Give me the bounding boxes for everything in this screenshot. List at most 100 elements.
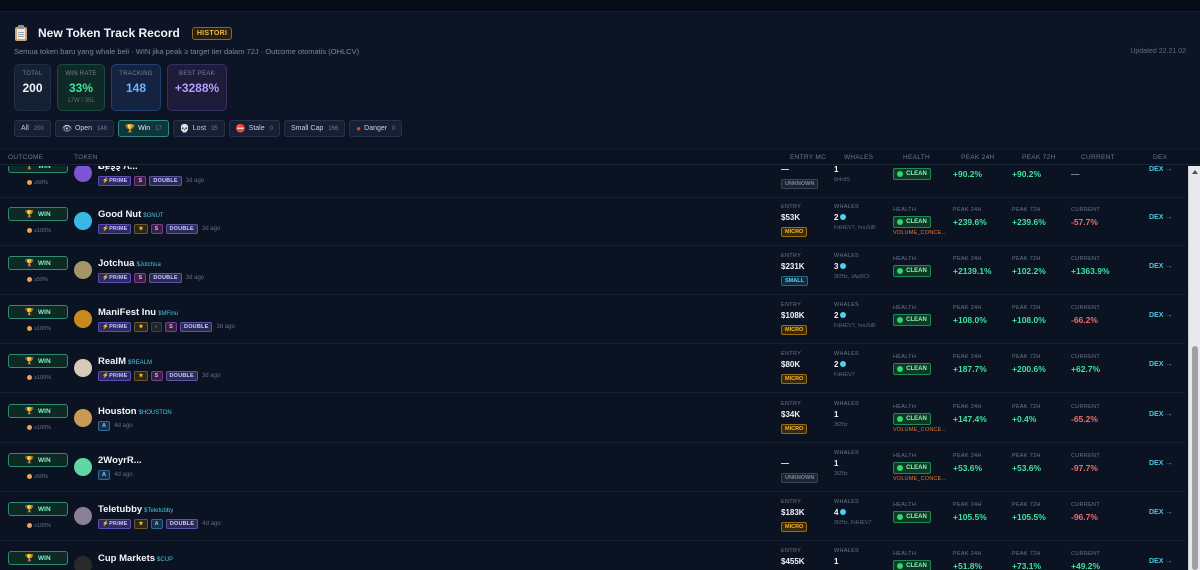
table-row[interactable]: 🏆 WIN ≥100% Good Nut $GNUT ⚡ PRIME ★ S DOUBLE 3d a… (0, 197, 1186, 246)
star-icon: ★ (134, 322, 148, 332)
entry-mc-value: — (781, 459, 789, 468)
filter-all[interactable]: All 200 (14, 120, 51, 137)
filter-win[interactable]: 🏆 Win 17 (118, 120, 169, 137)
trophy-icon: 🏆 (25, 408, 35, 415)
current-label: CURRENT (1071, 453, 1100, 459)
scroll-up-arrow-icon[interactable] (1192, 170, 1198, 174)
token-name[interactable]: 2WoyrR... (98, 455, 142, 466)
table-header: OUTCOME TOKEN ENTRY MC WHALES HEALTH PEA… (0, 149, 1200, 165)
green-dot-icon (897, 268, 904, 274)
table-row[interactable]: 🏆 WIN ≥100% RealM $REALM ⚡ PRIME ★ S DOUBLE 3d ago… (0, 344, 1186, 393)
table-row[interactable]: 🏆 WIN ≥100% ManiFest Inu $MFinu ⚡ PRIME ★ ◐ S DOUB… (0, 295, 1186, 344)
win-badge[interactable]: 🏆 WIN (8, 453, 68, 467)
health-status: CLEAN (906, 268, 927, 274)
win-badge[interactable]: 🏆 WIN (8, 502, 68, 516)
dex-link[interactable]: DEX → (1149, 460, 1172, 467)
col-outcome[interactable]: OUTCOME (8, 154, 43, 161)
table-row[interactable]: 🏆 WIN ≥50% Jotchua $Jotchua ⚡ PRIME S DOUBLE 3d a… (0, 246, 1186, 295)
filter-lost[interactable]: 💀 Lost 35 (172, 120, 225, 137)
win-badge[interactable]: 🏆 WIN (8, 207, 68, 221)
table-row[interactable]: 🏆 WIN ≥100% Teletubby $Teletubby ⚡ PRIME ★ A DOUB… (0, 492, 1186, 541)
peak-24h-value: +147.4% (953, 414, 987, 424)
green-dot-icon (897, 465, 904, 471)
col-current[interactable]: CURRENT (1081, 154, 1115, 161)
health-clean-badge: CLEAN (893, 314, 931, 326)
dex-link[interactable]: DEX → (1149, 166, 1172, 173)
filter-danger[interactable]: ● Danger 0 (349, 120, 403, 137)
table-row[interactable]: 🏆 WIN ≥50% Ƀɇȿȿ Ʌ... ⚡ PRIME S DOUBLE 3d ago — UNK… (0, 166, 1186, 198)
table-row[interactable]: 🏆 WIN ≥100% Houston $HOUSTON A 4d ago ENTRY $34K… (0, 394, 1186, 443)
stat-label: TOTAL (22, 71, 43, 77)
col-whales[interactable]: WHALES (844, 154, 873, 161)
filter-count: 200 (33, 125, 44, 132)
table-row[interactable]: 🏆 WIN Cup Markets $CUP ENTRY $455K WHALES 1 HEAL… (0, 541, 1186, 570)
win-badge[interactable]: 🏆 WIN (8, 166, 68, 173)
token-symbol: $Jotchua (136, 262, 161, 268)
filter-stale[interactable]: ⛔ Stale 0 (228, 120, 280, 137)
peak-24h-value: +2139.1% (953, 266, 992, 276)
token-name[interactable]: Teletubby $Teletubby (98, 504, 173, 515)
whale-addresses: 3fZftz (834, 422, 848, 428)
col-peak-72h[interactable]: PEAK 72H (1022, 154, 1055, 161)
stat-sub: 17W / 35L (67, 98, 95, 104)
token-name[interactable]: Good Nut $GNUT (98, 209, 164, 220)
dex-link[interactable]: DEX → (1149, 509, 1172, 516)
col-peak-24h[interactable]: PEAK 24H (961, 154, 994, 161)
win-badge[interactable]: 🏆 WIN (8, 551, 68, 565)
page-subtitle: Semua token baru yang whale beli · WIN j… (14, 47, 360, 56)
dex-link[interactable]: DEX → (1149, 361, 1172, 368)
win-badge[interactable]: 🏆 WIN (8, 404, 68, 418)
health-status: CLEAN (906, 317, 927, 323)
tag-double: DOUBLE (149, 273, 182, 283)
win-badge[interactable]: 🏆 WIN (8, 256, 68, 270)
token-tags: A 4d ago (98, 421, 133, 431)
updated-timestamp: Updated 22.21.02 (1130, 48, 1186, 55)
token-name[interactable]: Ƀɇȿȿ Ʌ... (98, 166, 138, 172)
scrollbar-thumb[interactable] (1192, 346, 1198, 570)
time-ago: 3d ago (185, 178, 205, 184)
stat-value: 33% (68, 81, 94, 95)
health-label: HEALTH (893, 551, 917, 557)
dex-link[interactable]: DEX → (1149, 558, 1172, 565)
token-symbol: $REALM (127, 360, 152, 366)
token-symbol: $GNUT (143, 213, 164, 219)
scrollbar[interactable] (1188, 166, 1200, 570)
dex-link[interactable]: DEX → (1149, 214, 1172, 221)
token-name[interactable]: Houston $HOUSTON (98, 406, 172, 417)
dex-link[interactable]: DEX → (1149, 411, 1172, 418)
token-name[interactable]: Cup Markets $CUP (98, 553, 173, 564)
peak-72h-value: +200.6% (1012, 364, 1046, 374)
win-badge[interactable]: 🏆 WIN (8, 305, 68, 319)
col-token[interactable]: TOKEN (74, 154, 98, 161)
current-value: -97.7% (1071, 463, 1098, 473)
table-row[interactable]: 🏆 WIN ≥50% 2WoyrR... A 4d ago — UNKNOWN WHALES 1 3… (0, 443, 1186, 492)
target-tier: ≥100% (27, 228, 51, 234)
win-label: WIN (38, 554, 51, 562)
dex-link[interactable]: DEX → (1149, 312, 1172, 319)
whale-addresses: 8i4rdS (834, 177, 850, 183)
histori-badge[interactable]: HISTORI (191, 26, 233, 40)
filter-label: Lost (192, 125, 207, 132)
health-label: HEALTH (893, 502, 917, 508)
target-icon (27, 375, 32, 380)
target-icon (27, 326, 32, 331)
current-value: -66.2% (1071, 315, 1098, 325)
health-status: CLEAN (906, 171, 927, 177)
token-name[interactable]: Jotchua $Jotchua (98, 258, 161, 269)
win-badge[interactable]: 🏆 WIN (8, 354, 68, 368)
target-tier: ≥100% (27, 425, 51, 431)
filter-open[interactable]: 👁 Open 148 (54, 120, 115, 137)
col-health[interactable]: HEALTH (903, 154, 930, 161)
health-clean-badge: CLEAN (893, 168, 931, 180)
dex-link[interactable]: DEX → (1149, 263, 1172, 270)
page-header: New Token Track Record HISTORI Semua tok… (0, 12, 1200, 149)
whale-count: 1 (834, 166, 839, 174)
col-entry-mc[interactable]: ENTRY MC (790, 154, 826, 161)
col-dex[interactable]: DEX (1153, 154, 1167, 161)
token-name[interactable]: RealM $REALM (98, 356, 152, 367)
whales-label: WHALES (834, 548, 860, 554)
token-name[interactable]: ManiFest Inu $MFinu (98, 307, 178, 318)
whale-count: 2 (834, 311, 847, 320)
target-icon (27, 523, 32, 528)
filter-small-cap[interactable]: Small Cap 166 (283, 120, 346, 137)
